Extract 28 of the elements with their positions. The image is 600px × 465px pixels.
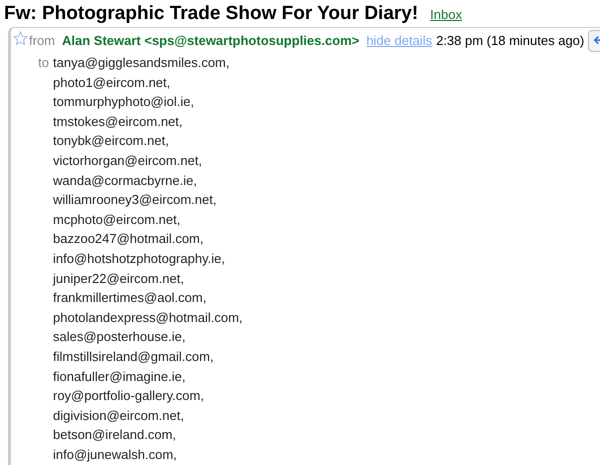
recipient-address: tanya@gigglesandsmiles.com, [53,54,231,72]
recipient-address: info@junewalsh.com, [53,446,178,464]
recipient-address: sales@posterhouse.ie, [53,328,186,346]
recipient-address: victorhorgan@eircom.net, [53,152,204,170]
recipient-address: roy@portfolio-gallery.com, [53,387,205,406]
recipient-address: bazzoo247@hotmail.com, [53,230,204,248]
recipient-address: filmstillsireland@gmail.com, [53,348,215,366]
recipient-address: juniper22@eircom.net, [53,270,185,288]
recipient-address: photolandexpress@hotmail.com, [53,308,243,327]
recipient-address: digivision@eircom.net, [53,406,185,425]
recipient-address: fionafuller@imagine.ie, [53,368,186,386]
recipient-address: tmstokes@eircom.net, [53,112,184,131]
recipient-address: wanda@cormacbyrne.ie, [53,172,198,190]
recipient-address: tommurphyphoto@iol.ie, [53,93,196,112]
message-time: 2:38 pm (18 minutes ago) [436,32,584,50]
email-subject: Fw: Photographic Trade Show For Your Diary! [4,2,418,26]
recipient-address: info@hotshotzphotography.ie, [53,250,226,268]
recipient-address: tonybk@eircom.net, [53,132,170,150]
sender-name: Alan Stewart <sps@stewartphotosupplies.com> [62,32,360,50]
to-label: to [37,54,50,72]
recipient-address: betson@ireland.com, [53,426,178,444]
recipient-address: frankmillertimes@aol.com, [53,289,208,308]
star-icon[interactable] [13,31,28,46]
recipient-address: williamrooney3@eircom.net, [53,191,218,210]
label-link[interactable]: Inbox [430,5,462,24]
from-label: from [29,32,55,50]
recipient-address: mcphoto@eircom.net, [53,210,182,229]
recipient-address: photo1@eircom.net, [53,74,172,92]
